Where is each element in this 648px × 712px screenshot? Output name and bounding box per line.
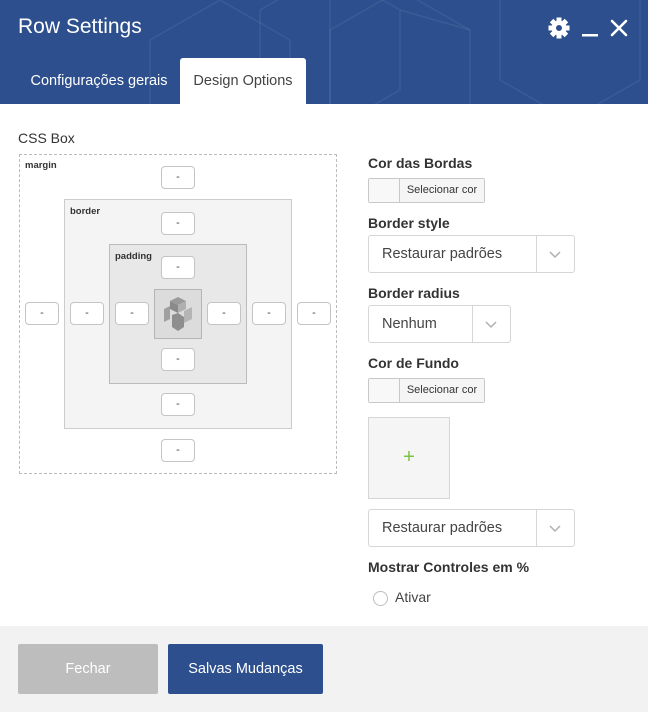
percent-controls-checkbox-label[interactable]: Ativar <box>395 589 431 605</box>
background-style-select[interactable]: Restaurar padrões <box>368 509 575 547</box>
composer-logo-icon <box>164 297 192 331</box>
border-style-value: Restaurar padrões <box>382 246 503 262</box>
margin-label: margin <box>25 160 57 171</box>
padding-bottom-input[interactable]: - <box>161 348 195 371</box>
margin-right-input[interactable]: - <box>297 302 331 325</box>
background-color-swatch[interactable] <box>369 379 400 402</box>
margin-left-input[interactable]: - <box>25 302 59 325</box>
border-color-swatch[interactable] <box>369 179 400 202</box>
chevron-down-icon <box>549 251 561 259</box>
select-separator <box>472 306 473 342</box>
border-radius-select[interactable]: Nenhum <box>368 305 511 343</box>
css-box-content-area <box>154 289 202 339</box>
gear-icon[interactable] <box>546 14 572 42</box>
background-style-value: Restaurar padrões <box>382 520 503 536</box>
background-color-picker[interactable]: Selecionar cor <box>368 378 485 403</box>
css-box-title: CSS Box <box>18 130 75 146</box>
border-label: border <box>70 206 101 217</box>
dialog-header: Row Settings Configurações gerais Design… <box>0 0 648 104</box>
border-style-select[interactable]: Restaurar padrões <box>368 235 575 273</box>
border-color-select-button[interactable]: Selecionar cor <box>400 179 484 202</box>
border-color-label: Cor das Bordas <box>368 155 473 171</box>
close-icon[interactable] <box>607 14 633 42</box>
padding-left-input[interactable]: - <box>115 302 149 325</box>
padding-right-input[interactable]: - <box>207 302 241 325</box>
border-radius-value: Nenhum <box>382 316 437 332</box>
select-separator <box>536 236 537 272</box>
border-top-input[interactable]: - <box>161 212 195 235</box>
chevron-down-icon <box>549 525 561 533</box>
add-background-image-button[interactable]: + <box>368 417 450 499</box>
minimize-icon[interactable] <box>578 14 604 42</box>
background-color-select-button[interactable]: Selecionar cor <box>400 379 484 402</box>
close-button[interactable]: Fechar <box>18 644 158 694</box>
margin-bottom-input[interactable]: - <box>161 439 195 462</box>
border-style-label: Border style <box>368 215 450 231</box>
border-left-input[interactable]: - <box>70 302 104 325</box>
border-right-input[interactable]: - <box>252 302 286 325</box>
percent-controls-label: Mostrar Controles em % <box>368 559 530 575</box>
dialog-title: Row Settings <box>18 15 142 38</box>
percent-controls-checkbox[interactable] <box>373 591 388 606</box>
select-separator <box>536 510 537 546</box>
tab-general-settings[interactable]: Configurações gerais <box>18 58 180 104</box>
plus-icon: + <box>403 446 415 468</box>
background-color-label: Cor de Fundo <box>368 355 459 371</box>
save-changes-button[interactable]: Salvas Mudanças <box>168 644 323 694</box>
padding-label: padding <box>115 251 152 262</box>
margin-top-input[interactable]: - <box>161 166 195 189</box>
border-radius-label: Border radius <box>368 285 460 301</box>
border-color-picker[interactable]: Selecionar cor <box>368 178 485 203</box>
padding-top-input[interactable]: - <box>161 256 195 279</box>
tab-design-options[interactable]: Design Options <box>180 58 306 104</box>
border-bottom-input[interactable]: - <box>161 393 195 416</box>
chevron-down-icon <box>485 321 497 329</box>
